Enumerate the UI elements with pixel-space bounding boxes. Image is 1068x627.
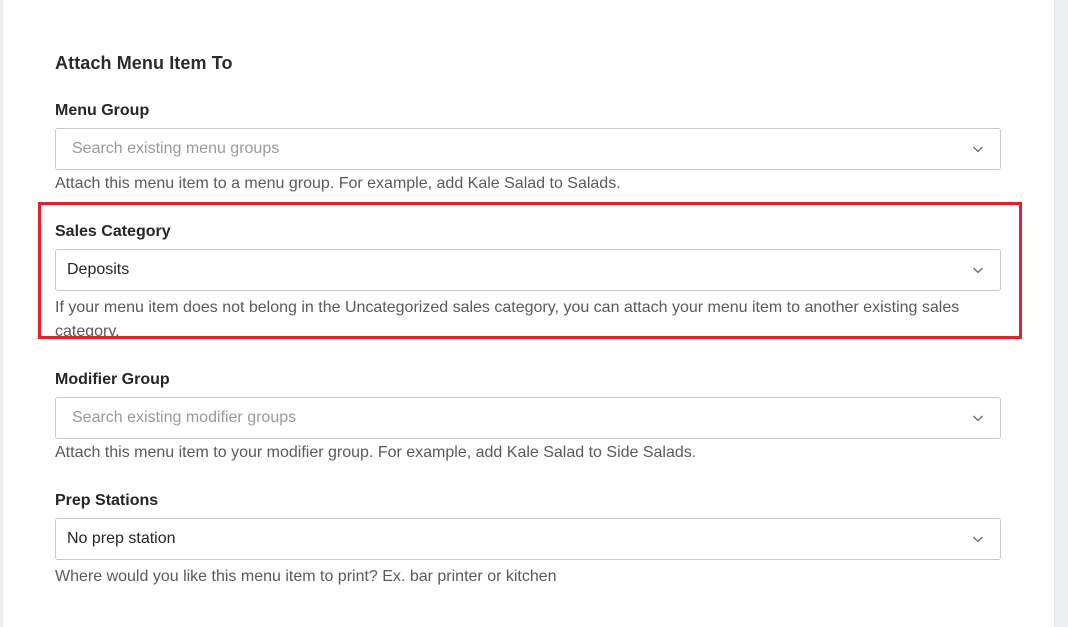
modifier-group-label: Modifier Group (55, 371, 170, 388)
chevron-down-icon (973, 267, 983, 274)
sales-category-help-container: If your menu item does not belong in the… (55, 296, 995, 336)
chevron-down-icon (973, 415, 983, 422)
modifier-group-help: Attach this menu item to your modifier g… (55, 444, 697, 461)
section-title: Attach Menu Item To (55, 53, 233, 73)
chevron-down-icon (973, 536, 983, 543)
chevron-down-icon (973, 146, 983, 153)
menu-group-select[interactable]: Search existing menu groups (55, 128, 1001, 170)
prep-stations-help: Where would you like this menu item to p… (55, 568, 557, 585)
menu-group-label: Menu Group (55, 102, 150, 119)
sales-category-value: Deposits (67, 261, 130, 278)
modifier-group-placeholder: Search existing modifier groups (72, 409, 297, 426)
sales-category-help: If your menu item does not belong in the… (55, 299, 960, 336)
modifier-group-select[interactable]: Search existing modifier groups (55, 397, 1001, 439)
sales-category-label: Sales Category (55, 223, 171, 240)
sales-category-select[interactable]: Deposits (55, 249, 1001, 291)
prep-stations-label: Prep Stations (55, 492, 159, 509)
menu-group-help: Attach this menu item to a menu group. F… (55, 175, 621, 192)
menu-group-placeholder: Search existing menu groups (72, 140, 280, 157)
prep-stations-value: No prep station (67, 530, 176, 547)
prep-stations-select[interactable]: No prep station (55, 518, 1001, 560)
form-panel: Attach Menu Item To Menu Group Search ex… (3, 0, 1054, 627)
